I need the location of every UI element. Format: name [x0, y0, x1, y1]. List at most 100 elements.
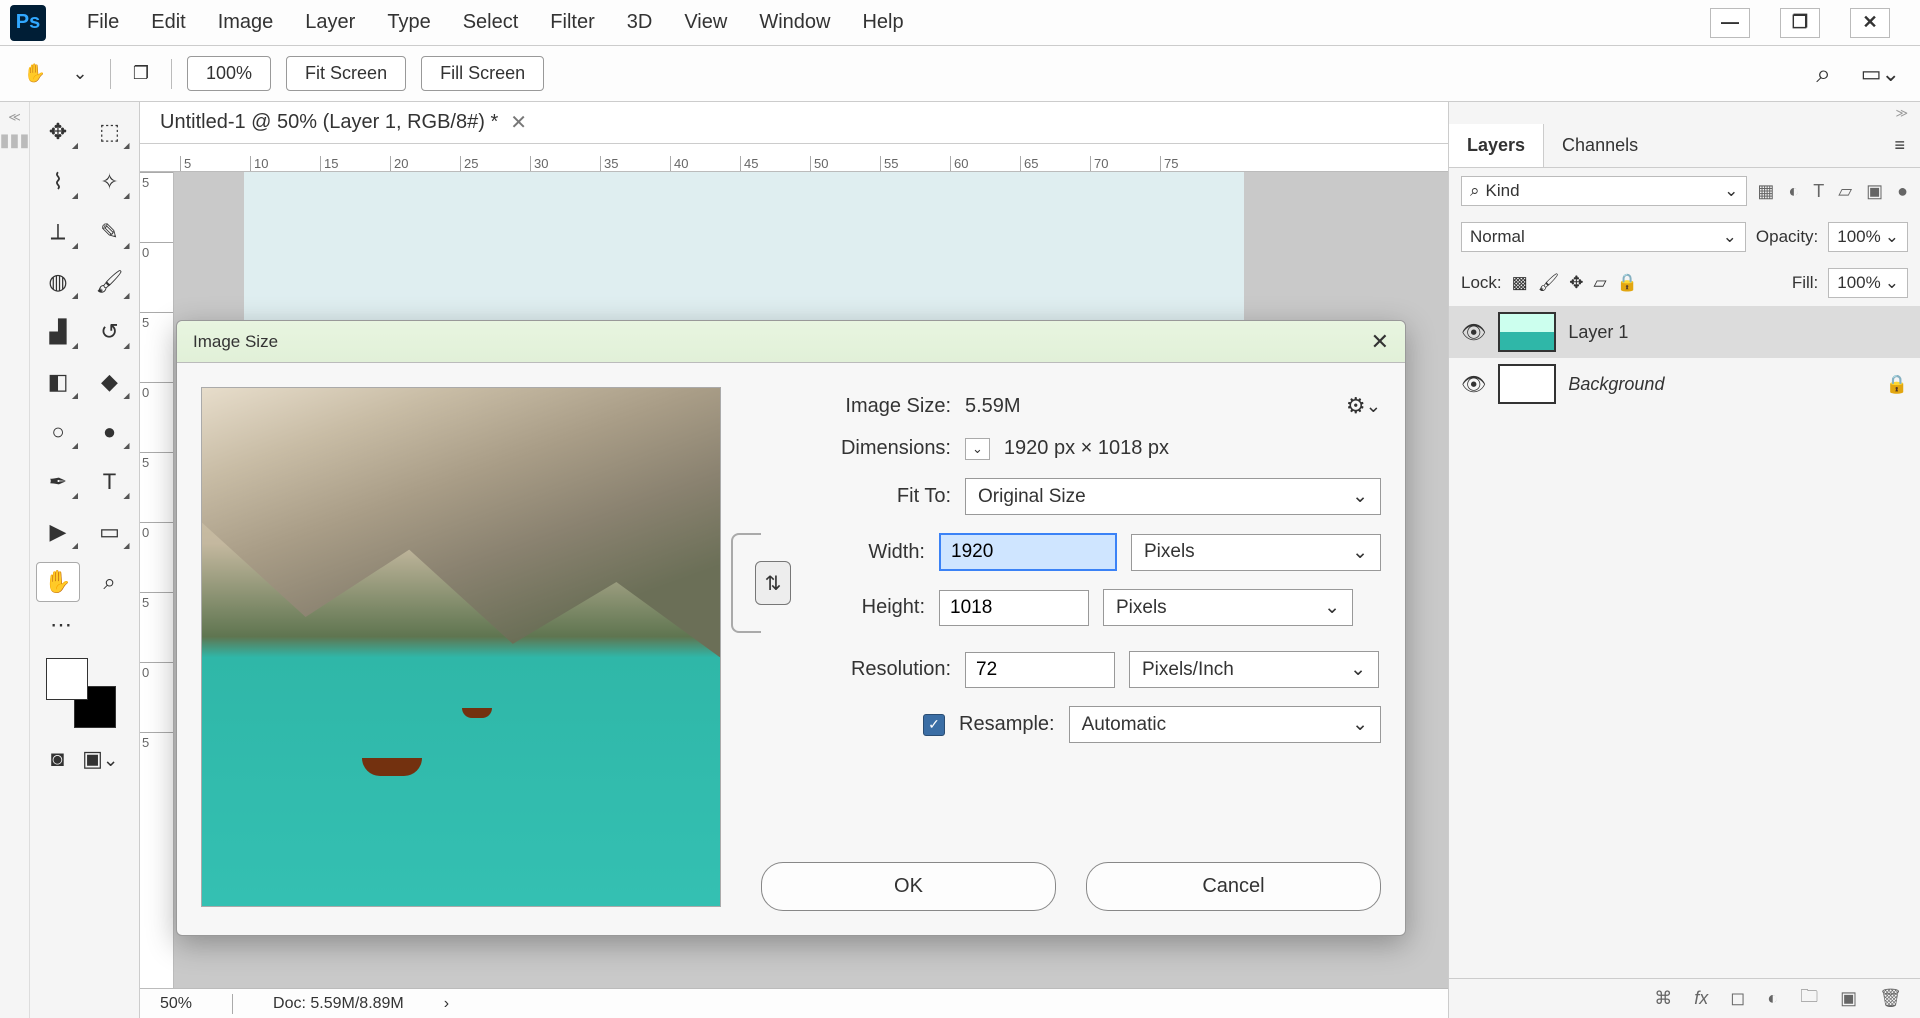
filter-kind-select[interactable]: ⌕Kind⌄: [1461, 176, 1747, 206]
menu-image[interactable]: Image: [202, 11, 290, 34]
pen-tool[interactable]: ✒◢: [36, 462, 80, 502]
menu-filter[interactable]: Filter: [534, 11, 610, 34]
path-select-tool[interactable]: ▶◢: [36, 512, 80, 552]
opacity-input[interactable]: 100%⌄: [1828, 222, 1908, 252]
gear-icon[interactable]: ⚙⌄: [1346, 393, 1381, 419]
window-layout-icon[interactable]: ❐: [126, 59, 156, 89]
fx-icon[interactable]: fx: [1694, 988, 1708, 1009]
window-maximize-button[interactable]: ❐: [1780, 8, 1820, 38]
brush-tool[interactable]: 🖌◢: [88, 262, 132, 302]
quickmask-icon[interactable]: ◙: [51, 746, 64, 772]
dodge-tool[interactable]: ●◢: [88, 412, 132, 452]
menu-layer[interactable]: Layer: [289, 11, 371, 34]
marquee-tool[interactable]: ⬚◢: [88, 112, 132, 152]
menu-type[interactable]: Type: [371, 11, 446, 34]
lasso-tool[interactable]: ⌇◢: [36, 162, 80, 202]
chevron-down-icon[interactable]: ⌄: [65, 59, 95, 89]
history-brush-tool[interactable]: ↺◢: [88, 312, 132, 352]
new-layer-icon[interactable]: ▣: [1840, 988, 1857, 1009]
menu-3d[interactable]: 3D: [611, 11, 669, 34]
dialog-close-icon[interactable]: ✕: [1371, 329, 1389, 355]
layer-row[interactable]: 👁 Layer 1: [1449, 306, 1920, 358]
delete-icon[interactable]: 🗑: [1879, 988, 1902, 1009]
healing-tool[interactable]: ◍◢: [36, 262, 80, 302]
menu-file[interactable]: File: [71, 11, 135, 34]
layer-name[interactable]: Layer 1: [1568, 322, 1628, 343]
resample-checkbox[interactable]: ✓: [923, 714, 945, 736]
menu-select[interactable]: Select: [447, 11, 535, 34]
resolution-unit-select[interactable]: Pixels/Inch⌄: [1129, 651, 1379, 688]
layer-row[interactable]: 👁 Background 🔒: [1449, 358, 1920, 410]
workspace-switcher-icon[interactable]: ▭⌄: [1861, 61, 1900, 87]
fill-input[interactable]: 100%⌄: [1828, 268, 1908, 298]
shape-tool[interactable]: ▭◢: [88, 512, 132, 552]
lock-pixels-icon[interactable]: ▩: [1512, 273, 1528, 293]
lock-brush-icon[interactable]: 🖌: [1538, 273, 1560, 293]
visibility-icon[interactable]: 👁: [1461, 372, 1486, 397]
height-input[interactable]: [939, 590, 1089, 626]
status-zoom[interactable]: 50%: [160, 995, 192, 1013]
dimensions-unit-toggle[interactable]: ⌄: [965, 438, 990, 460]
window-close-button[interactable]: ✕: [1850, 8, 1890, 38]
tab-layers[interactable]: Layers: [1449, 124, 1544, 167]
panel-menu-icon[interactable]: ≡: [1879, 135, 1920, 156]
color-swatches[interactable]: [46, 658, 116, 728]
filter-type-icon[interactable]: T: [1813, 181, 1824, 202]
fill-screen-button[interactable]: Fill Screen: [421, 56, 544, 91]
blur-tool[interactable]: ○◢: [36, 412, 80, 452]
crop-tool[interactable]: ⟂◢: [36, 212, 80, 252]
more-tools-icon[interactable]: ⋯: [50, 612, 133, 638]
eraser-tool[interactable]: ◧◢: [36, 362, 80, 402]
height-unit-select[interactable]: Pixels⌄: [1103, 589, 1353, 626]
chevron-right-icon[interactable]: ›: [444, 995, 449, 1013]
filter-shape-icon[interactable]: ▱: [1838, 181, 1852, 202]
fit-screen-button[interactable]: Fit Screen: [286, 56, 406, 91]
filter-toggle-icon[interactable]: ●: [1897, 181, 1908, 202]
bucket-tool[interactable]: ◆◢: [88, 362, 132, 402]
link-layers-icon[interactable]: ⌘: [1654, 988, 1672, 1009]
panel-expand-icon[interactable]: ≫: [1449, 102, 1920, 124]
window-minimize-button[interactable]: —: [1710, 8, 1750, 38]
magic-wand-tool[interactable]: ✧◢: [88, 162, 132, 202]
lock-all-icon[interactable]: 🔒: [1617, 273, 1638, 293]
search-icon[interactable]: ⌕: [1816, 58, 1831, 90]
resolution-input[interactable]: [965, 652, 1115, 688]
menu-view[interactable]: View: [668, 11, 743, 34]
mask-icon[interactable]: ◻: [1730, 988, 1745, 1009]
adjustment-icon[interactable]: ◐: [1767, 988, 1778, 1009]
menu-edit[interactable]: Edit: [135, 11, 201, 34]
filter-image-icon[interactable]: ▦: [1757, 181, 1774, 202]
stamp-tool[interactable]: ▟◢: [36, 312, 80, 352]
hand-tool-icon[interactable]: ✋: [20, 59, 50, 89]
status-docsize[interactable]: Doc: 5.59M/8.89M: [273, 995, 404, 1013]
lock-move-icon[interactable]: ✥: [1569, 273, 1583, 293]
screenmode-icon[interactable]: ▣⌄: [82, 746, 118, 772]
layer-thumbnail[interactable]: [1498, 364, 1556, 404]
foreground-color[interactable]: [46, 658, 88, 700]
zoom-tool[interactable]: ⌕: [88, 562, 132, 602]
menu-window[interactable]: Window: [743, 11, 846, 34]
group-icon[interactable]: 🗀: [1800, 984, 1818, 1014]
resample-select[interactable]: Automatic⌄: [1069, 706, 1381, 743]
layer-thumbnail[interactable]: [1498, 312, 1556, 352]
width-input[interactable]: [939, 533, 1117, 571]
document-tab[interactable]: Untitled-1 @ 50% (Layer 1, RGB/8#) * ✕: [140, 102, 1448, 144]
fit-to-select[interactable]: Original Size⌄: [965, 478, 1381, 515]
type-tool[interactable]: T◢: [88, 462, 132, 502]
lock-artboard-icon[interactable]: ▱: [1594, 273, 1607, 293]
ok-button[interactable]: OK: [761, 862, 1056, 911]
visibility-icon[interactable]: 👁: [1461, 320, 1486, 345]
image-preview[interactable]: [201, 387, 721, 907]
close-tab-icon[interactable]: ✕: [510, 110, 527, 135]
move-tool[interactable]: ✥◢: [36, 112, 80, 152]
collapse-strip[interactable]: ≪ ▮▮▮: [0, 102, 30, 1018]
layer-name[interactable]: Background: [1568, 374, 1664, 395]
width-unit-select[interactable]: Pixels⌄: [1131, 534, 1381, 571]
menu-help[interactable]: Help: [846, 11, 919, 34]
cancel-button[interactable]: Cancel: [1086, 862, 1381, 911]
blend-mode-select[interactable]: Normal⌄: [1461, 222, 1746, 252]
filter-smart-icon[interactable]: ▣: [1866, 181, 1883, 202]
eyedropper-tool[interactable]: ✎◢: [88, 212, 132, 252]
zoom-level-button[interactable]: 100%: [187, 56, 271, 91]
tab-channels[interactable]: Channels: [1544, 124, 1656, 167]
